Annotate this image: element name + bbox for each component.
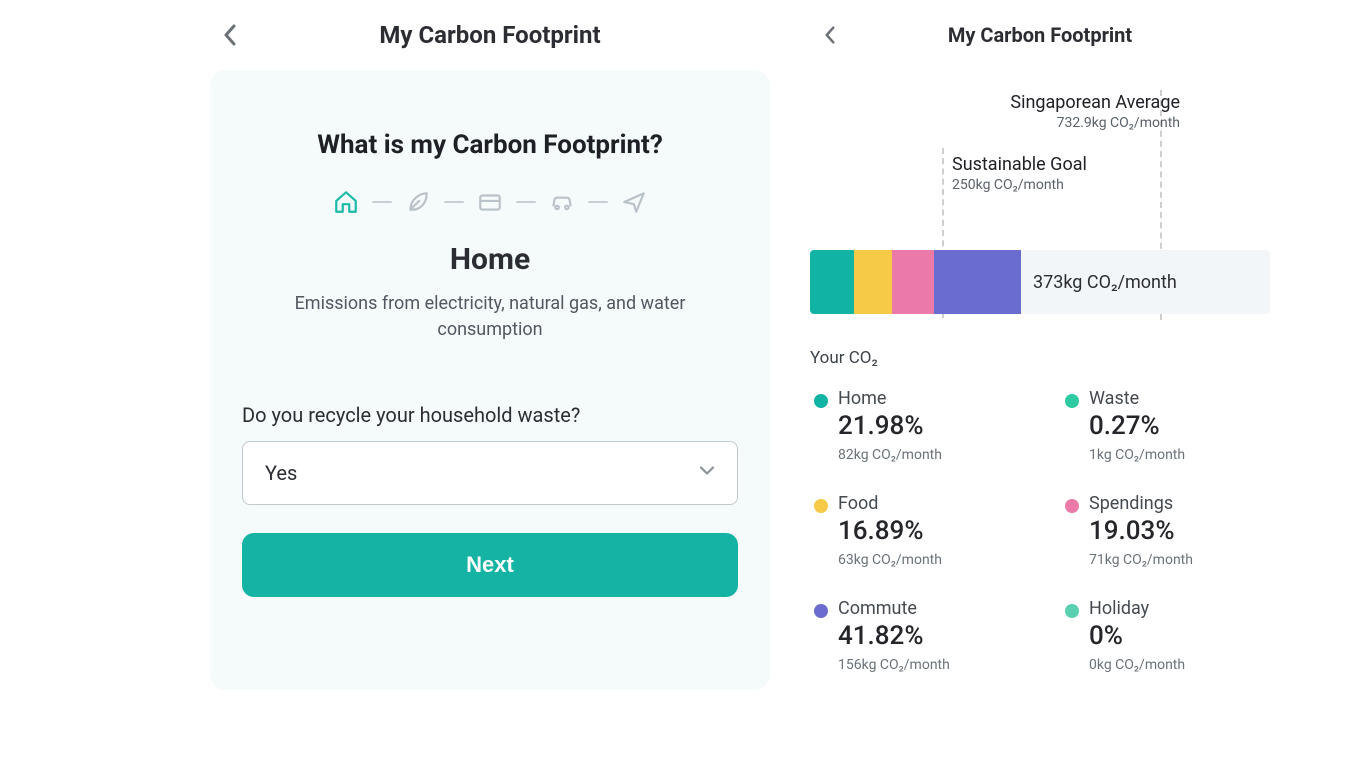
category-dot xyxy=(814,499,828,513)
goal-label: Sustainable Goal xyxy=(952,154,1087,175)
category-dot xyxy=(1065,394,1079,408)
step-separator xyxy=(372,201,392,203)
question-label: Do you recycle your household waste? xyxy=(242,403,738,427)
home-icon xyxy=(332,188,360,216)
step-separator xyxy=(588,201,608,203)
category-name: Home xyxy=(838,388,942,409)
card-icon xyxy=(476,188,504,216)
category-holiday: Holiday0% 0kg CO₂/month xyxy=(1065,598,1266,673)
stepper xyxy=(242,188,738,216)
footprint-bar: 373kg CO₂/month xyxy=(810,250,1270,314)
category-dot xyxy=(814,394,828,408)
footprint-gauge: Singaporean Average 732.9kg CO₂/month Su… xyxy=(810,90,1270,330)
next-button-label: Next xyxy=(466,552,514,577)
category-home: Home21.98% 82kg CO₂/month xyxy=(814,388,1015,463)
category-value: 82kg CO₂/month xyxy=(838,447,942,463)
category-value: 156kg CO₂/month xyxy=(838,657,950,673)
category-value: 63kg CO₂/month xyxy=(838,552,942,568)
category-percent: 19.03% xyxy=(1089,516,1193,546)
bar-segment-commute xyxy=(934,250,1021,314)
bar-label: 373kg CO₂/month xyxy=(1033,272,1177,293)
chevron-down-icon xyxy=(697,461,717,486)
questionnaire-card: What is my Carbon Footprint? Home Emi xyxy=(210,70,770,690)
car-icon xyxy=(548,188,576,216)
category-dot xyxy=(814,604,828,618)
category-commute: Commute41.82% 156kg CO₂/month xyxy=(814,598,1015,673)
select-value: Yes xyxy=(265,461,297,485)
category-name: Holiday xyxy=(1089,598,1185,619)
section-heading: Home xyxy=(242,242,738,277)
page-title: My Carbon Footprint xyxy=(810,23,1270,47)
goal-badge: Sustainable Goal 250kg CO₂/month xyxy=(952,154,1087,193)
category-value: 0kg CO₂/month xyxy=(1089,657,1185,673)
page-title: My Carbon Footprint xyxy=(210,21,770,49)
recycle-select[interactable]: Yes xyxy=(242,441,738,505)
category-percent: 16.89% xyxy=(838,516,942,546)
bar-segment-spendings xyxy=(892,250,934,314)
step-separator xyxy=(444,201,464,203)
category-value: 1kg CO₂/month xyxy=(1089,447,1185,463)
next-button[interactable]: Next xyxy=(242,533,738,597)
category-dot xyxy=(1065,604,1079,618)
category-name: Food xyxy=(838,493,942,514)
your-co2-label: Your CO₂ xyxy=(810,348,1270,368)
step-separator xyxy=(516,201,536,203)
category-name: Commute xyxy=(838,598,950,619)
bar-segment-home xyxy=(810,250,854,314)
category-grid: Home21.98% 82kg CO₂/month Waste0.27% 1kg CO… xyxy=(810,378,1270,673)
category-percent: 41.82% xyxy=(838,621,950,651)
card-title: What is my Carbon Footprint? xyxy=(242,130,738,160)
category-waste: Waste0.27% 1kg CO₂/month xyxy=(1065,388,1266,463)
category-percent: 21.98% xyxy=(838,411,942,441)
avg-value: 732.9kg CO₂/month xyxy=(980,115,1180,131)
avg-badge: Singaporean Average 732.9kg CO₂/month xyxy=(980,92,1180,131)
section-description: Emissions from electricity, natural gas,… xyxy=(270,291,710,343)
plane-icon xyxy=(620,188,648,216)
avg-label: Singaporean Average xyxy=(980,92,1180,113)
bar-segment-food xyxy=(854,250,892,314)
category-value: 71kg CO₂/month xyxy=(1089,552,1193,568)
category-food: Food16.89% 63kg CO₂/month xyxy=(814,493,1015,568)
category-percent: 0% xyxy=(1089,621,1185,651)
goal-value: 250kg CO₂/month xyxy=(952,177,1087,193)
category-spendings: Spendings19.03% 71kg CO₂/month xyxy=(1065,493,1266,568)
category-name: Waste xyxy=(1089,388,1185,409)
leaf-icon xyxy=(404,188,432,216)
category-percent: 0.27% xyxy=(1089,411,1185,441)
category-name: Spendings xyxy=(1089,493,1193,514)
category-dot xyxy=(1065,499,1079,513)
